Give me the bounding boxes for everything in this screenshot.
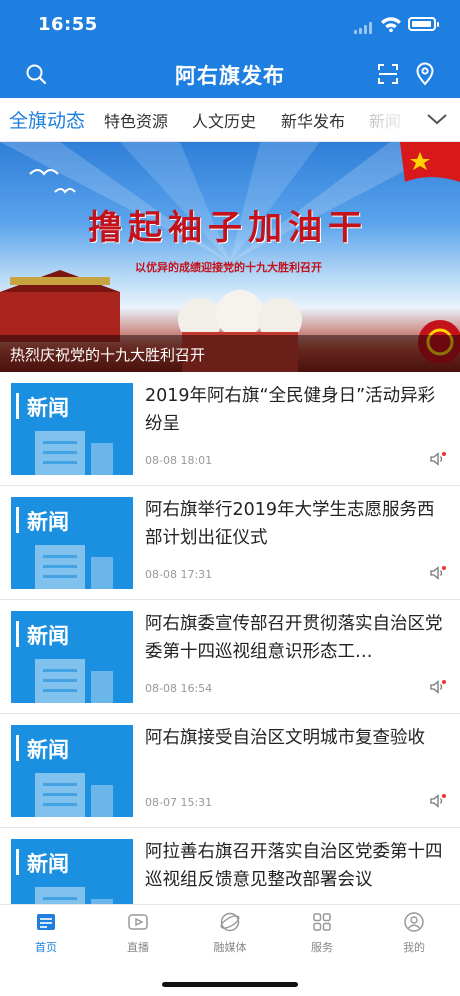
list-item[interactable]: 新闻 阿右旗接受自治区文明城市复查验收 08-07 15:31 — [0, 714, 460, 828]
play-icon — [128, 914, 148, 930]
thumbnail-label: 新闻 — [27, 396, 69, 420]
user-icon — [404, 912, 424, 932]
wifi-icon — [381, 17, 401, 32]
nav-label: 直播 — [127, 941, 149, 954]
news-thumbnail: 新闻 — [11, 725, 133, 817]
news-icon — [37, 914, 55, 930]
speaker-icon[interactable] — [430, 452, 446, 466]
grid-icon — [313, 913, 331, 931]
status-bar: 16:55 — [0, 0, 460, 48]
nav-label: 首页 — [35, 941, 57, 954]
nav-media[interactable]: 融媒体 — [184, 911, 276, 955]
thumbnail-label: 新闻 — [27, 738, 69, 762]
banner-subtitle: 以优异的成绩迎接党的十九大胜利召开 — [135, 261, 322, 274]
news-thumbnail: 新闻 — [11, 611, 133, 703]
nav-label: 服务 — [311, 941, 333, 954]
banner-slogan: 撸起袖子加油干 — [88, 208, 368, 248]
speaker-icon[interactable] — [430, 566, 446, 580]
status-time: 16:55 — [38, 14, 98, 35]
news-date: 08-07 15:31 — [145, 796, 213, 809]
list-item[interactable]: 新闻 阿右旗举行2019年大学生志愿服务西部计划出征仪式 08-08 17:31 — [0, 486, 460, 600]
nav-service[interactable]: 服务 — [276, 911, 368, 955]
tab-renwen[interactable]: 人文历史 — [192, 108, 256, 132]
banner-caption: 热烈庆祝党的十九大胜利召开 — [10, 346, 206, 364]
top-bar: 16:55 阿右旗发布 — [0, 0, 460, 98]
news-thumbnail: 新闻 — [11, 383, 133, 475]
speaker-icon[interactable] — [430, 680, 446, 694]
globe-icon — [220, 912, 240, 932]
speaker-icon[interactable] — [430, 794, 446, 808]
scan-icon[interactable] — [376, 62, 400, 86]
news-title: 阿拉善右旗召开落实自治区党委第十四巡视组反馈意见整改部署会议 — [145, 842, 443, 890]
news-title: 阿右旗委宣传部召开贯彻落实自治区党委第十四巡视组意识形态工… — [145, 614, 443, 662]
news-date: 08-08 17:31 — [145, 568, 213, 581]
signal-icon — [354, 22, 376, 34]
tab-xinhua[interactable]: 新华发布 — [281, 108, 345, 132]
chevron-down-icon[interactable] — [424, 108, 450, 130]
banner-carousel[interactable]: 撸起袖子加油干 以优异的成绩迎接党的十九大胜利召开 热烈庆祝党的十九大胜利召开 — [0, 142, 460, 372]
news-date: 08-08 16:54 — [145, 682, 213, 695]
thumbnail-label: 新闻 — [27, 624, 69, 648]
news-thumbnail: 新闻 — [11, 497, 133, 589]
news-date: 08-08 18:01 — [145, 454, 213, 467]
news-title: 2019年阿右旗“全民健身日”活动异彩纷呈 — [145, 386, 436, 434]
list-item[interactable]: 新闻 2019年阿右旗“全民健身日”活动异彩纷呈 08-08 18:01 — [0, 372, 460, 486]
nav-label: 我的 — [403, 941, 425, 954]
news-title: 阿右旗接受自治区文明城市复查验收 — [145, 728, 425, 748]
category-tabs: 全旗动态 特色资源 人文历史 新华发布 新闻 — [0, 98, 460, 142]
nav-profile[interactable]: 我的 — [368, 911, 460, 955]
bottom-nav: 首页 直播 融媒体 服务 我的 — [0, 904, 460, 996]
list-item[interactable]: 新闻 阿右旗委宣传部召开贯彻落实自治区党委第十四巡视组意识形态工… 08-08 … — [0, 600, 460, 714]
tab-quanqi[interactable]: 全旗动态 — [9, 106, 85, 133]
nav-label: 融媒体 — [213, 941, 247, 954]
home-indicator[interactable] — [162, 982, 298, 987]
nav-home[interactable]: 首页 — [0, 911, 92, 955]
location-icon[interactable] — [413, 62, 437, 86]
thumbnail-label: 新闻 — [27, 510, 69, 534]
nav-live[interactable]: 直播 — [92, 911, 184, 955]
battery-icon — [408, 17, 439, 31]
tab-tese[interactable]: 特色资源 — [104, 108, 168, 132]
news-title: 阿右旗举行2019年大学生志愿服务西部计划出征仪式 — [145, 500, 435, 548]
thumbnail-label: 新闻 — [27, 852, 69, 876]
